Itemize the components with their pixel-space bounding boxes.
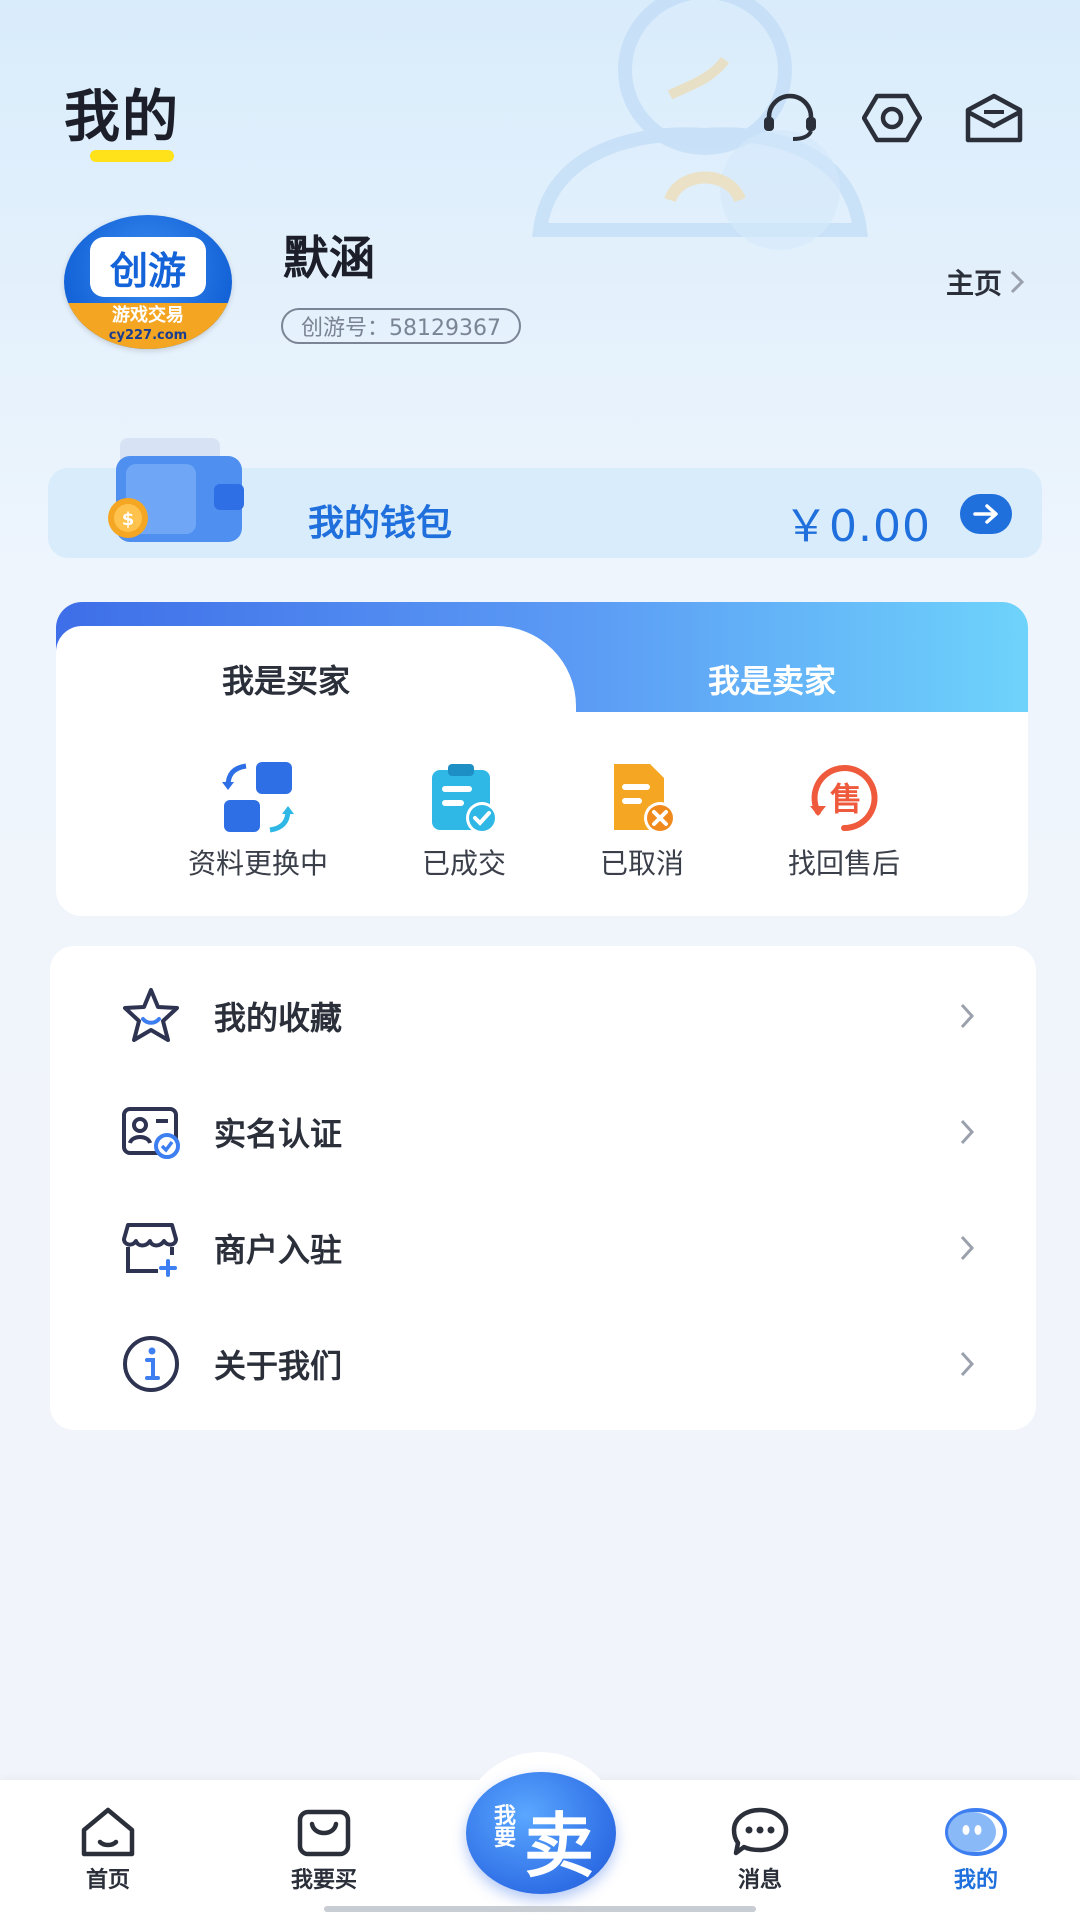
document-cancel-icon xyxy=(614,764,676,834)
nav-item-profile[interactable]: 我的 xyxy=(906,1806,1046,1894)
title-underline xyxy=(90,150,174,162)
user-id-badge: 创游号：58129367 xyxy=(281,308,521,344)
order-status-item[interactable]: 售 找回售后 xyxy=(754,760,934,882)
nav-label: 首页 xyxy=(85,1868,130,1893)
avatar[interactable]: 创游 游戏交易 cy227.com xyxy=(64,215,232,349)
svg-text:售: 售 xyxy=(830,780,862,818)
swap-icon xyxy=(222,762,294,833)
order-status-item[interactable]: 已取消 xyxy=(552,760,732,882)
order-status-label: 找回售后 xyxy=(787,847,900,880)
sell-button-big-text: 卖 xyxy=(524,1805,594,1887)
nav-label: 消息 xyxy=(737,1868,782,1893)
chevron-right-icon xyxy=(960,1235,975,1261)
menu-item-label: 商户入驻 xyxy=(214,1231,343,1269)
chevron-right-icon xyxy=(960,1119,975,1145)
menu-item-favorites[interactable]: 我的收藏 xyxy=(50,958,1036,1074)
order-status-label: 资料更换中 xyxy=(187,847,328,880)
settings-icon[interactable] xyxy=(862,88,922,148)
sell-button[interactable]: 我要 卖 xyxy=(466,1772,616,1894)
tab-buyer-label[interactable]: 我是买家 xyxy=(222,656,350,702)
username: 默涵 xyxy=(283,231,375,285)
page-title: 我的 xyxy=(64,85,180,150)
order-status-item[interactable]: 已成交 xyxy=(374,760,554,882)
message-icon xyxy=(731,1807,789,1856)
chevron-right-icon xyxy=(960,1003,975,1029)
wallet-balance: ￥0.00 xyxy=(784,501,931,552)
menu-item-label: 关于我们 xyxy=(214,1347,343,1385)
id-card-icon xyxy=(122,1107,180,1159)
menu-item-label: 实名认证 xyxy=(214,1115,343,1153)
home-icon xyxy=(81,1807,135,1857)
clipboard-check-icon xyxy=(432,764,498,834)
profile-icon xyxy=(945,1808,1007,1856)
avatar-logo-subtitle: 游戏交易 xyxy=(112,305,184,326)
tab-seller-label[interactable]: 我是卖家 xyxy=(708,656,836,702)
svg-text:$: $ xyxy=(122,509,135,530)
avatar-logo-url: cy227.com xyxy=(108,328,188,343)
after-sale-icon: 售 xyxy=(810,765,878,832)
wallet-label: 我的钱包 xyxy=(308,503,453,544)
order-status-label: 已成交 xyxy=(421,847,506,880)
avatar-logo-text: 创游 xyxy=(90,237,206,297)
star-icon xyxy=(123,988,179,1042)
store-icon xyxy=(122,1223,178,1277)
wallet-arrow-button[interactable] xyxy=(960,494,1012,534)
menu-item-verification[interactable]: 实名认证 xyxy=(50,1074,1036,1190)
chevron-right-icon xyxy=(1010,270,1025,294)
arrow-right-icon xyxy=(973,504,998,524)
homepage-link-label: 主页 xyxy=(945,267,1002,300)
order-status-label: 已取消 xyxy=(599,847,684,880)
shopping-bag-icon xyxy=(297,1809,351,1857)
sell-button-small-text: 我要 xyxy=(494,1804,517,1851)
order-status-item[interactable]: 资料更换中 xyxy=(168,760,348,882)
nav-label: 我的 xyxy=(953,1868,998,1893)
wallet-icon: $ xyxy=(108,438,244,542)
nav-item-buy[interactable]: 我要买 xyxy=(254,1806,394,1894)
info-icon xyxy=(123,1336,179,1392)
home-indicator xyxy=(324,1906,756,1912)
nav-item-messages[interactable]: 消息 xyxy=(690,1806,830,1894)
homepage-link[interactable]: 主页 xyxy=(946,262,1026,302)
nav-item-home[interactable]: 首页 xyxy=(38,1806,178,1894)
mail-icon[interactable] xyxy=(964,88,1024,148)
menu-item-label: 我的收藏 xyxy=(214,999,343,1037)
nav-label: 我要买 xyxy=(290,1868,357,1893)
menu-item-about[interactable]: 关于我们 xyxy=(50,1306,1036,1422)
background-figure-illustration xyxy=(532,0,868,250)
headset-icon[interactable] xyxy=(760,88,820,148)
menu-item-merchant[interactable]: 商户入驻 xyxy=(50,1190,1036,1306)
chevron-right-icon xyxy=(960,1351,975,1377)
